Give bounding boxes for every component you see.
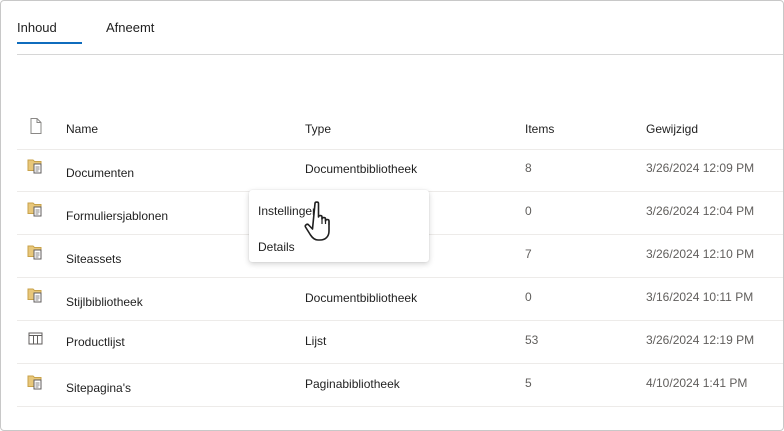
tab-divider	[17, 54, 783, 55]
row-name[interactable]: Formuliersjablonen	[66, 209, 168, 223]
column-header-type[interactable]: Type	[305, 122, 331, 136]
row-type: Paginabibliotheek	[305, 377, 400, 391]
row-name[interactable]: Sitepagina's	[66, 381, 131, 395]
library-icon	[27, 243, 45, 261]
row-items: 5	[525, 376, 532, 390]
row-modified: 3/26/2024 12:19 PM	[646, 333, 755, 347]
row-items: 0	[525, 204, 532, 218]
row-name[interactable]: Productlijst	[66, 335, 125, 349]
column-header-items[interactable]: Items	[525, 122, 554, 136]
site-contents-panel: Inhoud Afneemt Name Type Items Gewijzigd…	[0, 0, 784, 431]
row-modified: 3/26/2024 12:10 PM	[646, 247, 755, 261]
file-icon	[27, 117, 45, 135]
row-items: 0	[525, 290, 532, 304]
table-row[interactable]: Productlijst Lijst 53 3/26/2024 12:19 PM	[17, 321, 783, 364]
table-row[interactable]: Stijlbibliotheek Documentbibliotheek 0 3…	[17, 278, 783, 321]
column-header-modified[interactable]: Gewijzigd	[646, 122, 698, 136]
row-items: 7	[525, 247, 532, 261]
tab-afneemt[interactable]: Afneemt	[106, 1, 154, 47]
tab-inhoud[interactable]: Inhoud	[17, 1, 82, 47]
menu-item-details[interactable]: Details	[258, 240, 295, 254]
row-modified: 4/10/2024 1:41 PM	[646, 376, 748, 390]
row-name[interactable]: Documenten	[66, 166, 134, 180]
library-icon	[27, 200, 45, 218]
row-items: 53	[525, 333, 539, 347]
row-modified: 3/26/2024 12:09 PM	[646, 161, 755, 175]
column-header-name[interactable]: Name	[66, 122, 98, 136]
library-icon	[27, 286, 45, 304]
row-type: Documentbibliotheek	[305, 291, 418, 305]
library-icon	[27, 157, 45, 175]
hand-pointer-icon	[304, 199, 338, 245]
table-row[interactable]: Sitepagina's Paginabibliotheek 5 4/10/20…	[17, 364, 783, 407]
library-icon	[27, 373, 45, 391]
row-type: Documentbibliotheek	[305, 162, 418, 176]
row-name[interactable]: Siteassets	[66, 252, 121, 266]
row-name[interactable]: Stijlbibliotheek	[66, 295, 143, 309]
row-items: 8	[525, 161, 532, 175]
table-row[interactable]: Documenten Documentbibliotheek 8 3/26/20…	[17, 149, 783, 192]
row-modified: 3/26/2024 12:04 PM	[646, 204, 755, 218]
tab-bar: Inhoud Afneemt	[17, 1, 178, 47]
row-modified: 3/16/2024 10:11 PM	[646, 290, 754, 304]
row-type: Lijst	[305, 334, 327, 348]
context-menu: Instellingen Details	[249, 190, 429, 262]
list-icon	[27, 330, 45, 348]
table-header: Name Type Items Gewijzigd	[17, 107, 783, 150]
